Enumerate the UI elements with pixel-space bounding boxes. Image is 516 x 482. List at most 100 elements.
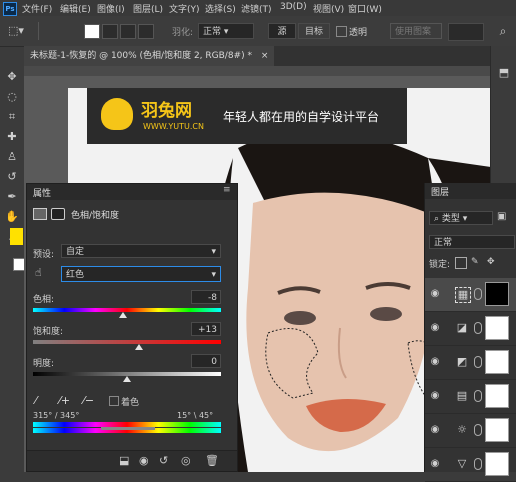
photoshop-logo[interactable]: Ps [3,2,17,16]
eye-icon[interactable]: ◉ [429,390,441,402]
yutu-logo-icon [101,98,133,130]
layer-filter-select[interactable]: ⌕ 类型 ▾ [429,211,493,225]
blend-mode-select[interactable]: 正常 ▾ [198,23,254,39]
link-icon[interactable] [474,458,482,470]
eye-icon[interactable]: ◉ [429,322,441,334]
lock-paint-icon[interactable]: ✎ [471,257,481,267]
pattern-picker[interactable] [448,23,484,41]
colorize-checkbox[interactable] [109,396,119,406]
subtract-selection-button[interactable] [120,24,136,39]
lasso-tool-icon[interactable]: ◌ [5,90,19,104]
saturation-input[interactable]: +13 [191,322,221,336]
clip-to-layer-icon[interactable]: ⬓ [119,454,129,467]
layer-row-3[interactable]: ◉ ◩ [425,346,516,380]
intersect-selection-button[interactable] [138,24,154,39]
menu-window[interactable]: 窗口(W) [348,2,382,15]
layer-row-2[interactable]: ◉ ◪ [425,312,516,346]
menu-3d[interactable]: 3D(D) [280,2,307,12]
add-selection-button[interactable] [102,24,118,39]
panel-menu-icon[interactable]: ≡ [223,185,231,195]
history-brush-icon[interactable]: ↺ [5,170,19,184]
lock-transparent-icon[interactable] [455,257,467,269]
layer-mask-thumbnail[interactable] [485,316,509,340]
range-left-label: 315° / 345° [33,411,80,420]
hue-input[interactable]: -8 [191,290,221,304]
menu-view[interactable]: 视图(V) [313,2,344,15]
layer-row-hue-saturation[interactable]: ◉ ▦ [425,278,516,312]
move-tool-icon[interactable]: ✥ [5,70,19,84]
hand-adjust-icon[interactable]: ☝ [35,266,49,280]
layers-panel: 图层 ⌕ 类型 ▾ ▣ 正常 锁定: ✎ ✥ ◉ ▦ ◉ ◪ ◉ ◩ ◉ ▤ ◉… [424,183,516,482]
properties-panel: 属性 ≡ 色相/饱和度 预设: 自定 ▾ ☝ 红色 ▾ 色相: -8 饱和度: +1… [26,183,238,472]
search-icon[interactable]: ⌕ [490,16,516,46]
reset-icon[interactable]: ↺ [159,454,168,467]
lock-move-icon[interactable]: ✥ [487,257,497,267]
layer-mask-thumbnail[interactable] [485,452,509,476]
layer-row-6[interactable]: ◉ ▽ [425,448,516,482]
eye-icon[interactable]: ◉ [429,424,441,436]
properties-footer: ⬓ ◉ ↺ ◎ 🗑 [27,450,237,471]
link-icon[interactable] [474,356,482,368]
menu-bar: Ps 文件(F) 编辑(E) 图像(I) 图层(L) 文字(Y) 选择(S) 滤… [0,0,516,16]
layer-mask-thumbnail[interactable] [485,418,509,442]
link-icon[interactable] [474,322,482,334]
channel-value: 红色 [66,270,85,280]
layer-blend-select[interactable]: 正常 [429,235,515,249]
hand-tool-icon[interactable]: ✋ [5,210,19,224]
history-panel-icon[interactable]: ⬒ [497,66,511,80]
document-tab[interactable]: 未标题-1-恢复的 @ 100% (色相/饱和度 2, RGB/8#) * × [24,46,275,66]
preset-select[interactable]: 自定 ▾ [61,244,221,258]
link-icon[interactable] [474,390,482,402]
layer-mask-thumbnail[interactable] [485,350,509,374]
target-button[interactable]: 目标 [298,23,330,39]
eye-icon[interactable]: ◉ [429,458,441,470]
menu-type[interactable]: 文字(Y) [169,2,200,15]
eyedropper-subtract-icon[interactable]: ⁄− [83,394,97,408]
hue-slider-track[interactable] [33,308,221,312]
clone-stamp-icon[interactable]: ♙ [5,150,19,164]
eyedropper-sample-icon[interactable]: ⁄ [35,394,49,408]
healing-brush-icon[interactable]: ✚ [5,130,19,144]
lightness-slider-thumb[interactable] [123,376,131,382]
saturation-slider-track[interactable] [33,340,221,344]
menu-edit[interactable]: 编辑(E) [60,2,91,15]
layer-blend-value: 正常 [434,238,453,248]
delete-icon[interactable]: 🗑 [205,454,219,467]
pixel-filter-icon[interactable]: ▣ [497,211,507,225]
layer-row-5[interactable]: ◉ ☼ [425,414,516,448]
layer-row-4[interactable]: ◉ ▤ [425,380,516,414]
lock-label: 锁定: [429,260,451,270]
foreground-color-swatch[interactable] [10,228,23,245]
menu-layer[interactable]: 图层(L) [133,2,163,15]
mask-icon[interactable] [51,208,65,220]
menu-image[interactable]: 图像(I) [97,2,125,15]
use-pattern-button[interactable]: 使用图案 [390,23,442,39]
view-previous-icon[interactable]: ◉ [139,454,149,467]
menu-file[interactable]: 文件(F) [22,2,52,15]
crop-tool-icon[interactable]: ⌗ [5,110,19,124]
menu-filter[interactable]: 滤镜(T) [241,2,272,15]
layer-mask-thumbnail[interactable] [485,282,509,306]
eyedropper-add-icon[interactable]: ⁄+ [59,394,73,408]
new-selection-button[interactable] [84,24,100,39]
visibility-icon[interactable]: ◎ [181,454,191,467]
eye-icon[interactable]: ◉ [429,288,441,300]
tab-close-icon[interactable]: × [261,51,269,61]
saturation-slider-thumb[interactable] [135,344,144,350]
source-button[interactable]: 源 [268,23,296,39]
patch-tool-icon[interactable]: ⬚▾ [8,24,30,38]
adjustment-layer-icon [33,208,47,220]
transparent-checkbox[interactable] [336,26,347,37]
lightness-label: 明度: [33,359,55,369]
hue-slider-thumb[interactable] [118,312,127,318]
link-icon[interactable] [474,288,482,300]
range-selector[interactable] [101,427,155,430]
lightness-input[interactable]: 0 [191,354,221,368]
pen-tool-icon[interactable]: ✒ [5,190,19,204]
document-tab-title: 未标题-1-恢复的 @ 100% (色相/饱和度 2, RGB/8#) * [30,51,252,61]
menu-select[interactable]: 选择(S) [205,2,236,15]
link-icon[interactable] [474,424,482,436]
eye-icon[interactable]: ◉ [429,356,441,368]
channel-select[interactable]: 红色 ▾ [61,266,221,282]
layer-mask-thumbnail[interactable] [485,384,509,408]
